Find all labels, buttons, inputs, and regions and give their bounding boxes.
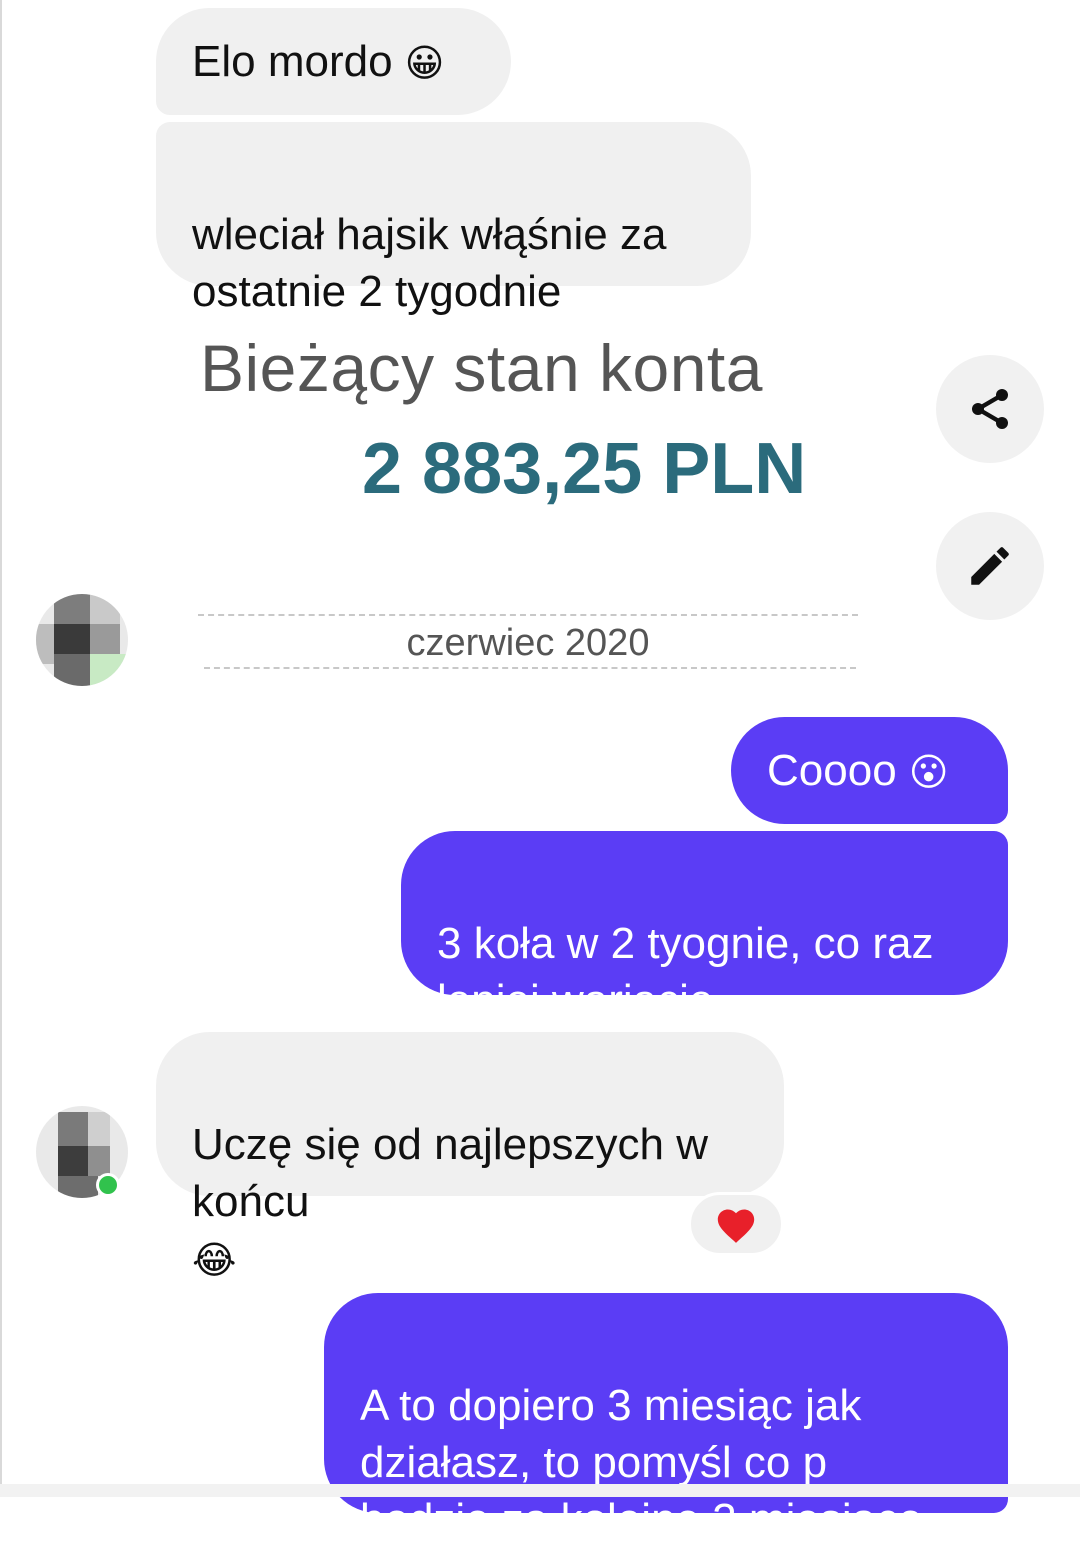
- outgoing-message[interactable]: A to dopiero 3 miesiąc jak działasz, to …: [324, 1293, 1008, 1544]
- divider-line: [204, 667, 856, 669]
- share-icon: [972, 389, 1008, 429]
- tears-of-joy-emoji: 😂: [192, 1238, 237, 1282]
- heart-icon: [717, 1209, 755, 1243]
- incoming-message[interactable]: Uczę się od najlepszych w końcu 😂: [156, 1032, 784, 1282]
- avatar-pixel: [58, 1112, 88, 1146]
- avatar-pixel: [54, 654, 90, 686]
- avatar-pixel: [58, 1146, 88, 1176]
- outgoing-message[interactable]: 3 koła w 2 tyognie, co raz lepiej wariac…: [401, 831, 1008, 1081]
- edit-pencil-icon: [971, 547, 1009, 585]
- avatar-pixel: [54, 624, 90, 654]
- balance-title: Bieżący stan konta: [200, 331, 763, 405]
- grinning-face-emoji: 😀: [404, 41, 445, 85]
- contact-avatar[interactable]: [36, 594, 128, 686]
- online-status-dot: [96, 1173, 120, 1197]
- outgoing-message[interactable]: Coooo 😮: [731, 717, 1008, 824]
- message-text: A to dopiero 3 miesiąc jak działasz, to …: [360, 1381, 923, 1544]
- edit-button[interactable]: [936, 512, 1044, 620]
- surprised-face-emoji: 😮: [908, 750, 949, 794]
- incoming-message[interactable]: Elo mordo 😀: [156, 8, 511, 115]
- month-label: czerwiec 2020: [406, 622, 650, 664]
- avatar-pixel: [88, 1146, 110, 1176]
- avatar-pixel: [36, 624, 54, 664]
- message-reaction[interactable]: [688, 1192, 784, 1256]
- avatar-pixel: [90, 594, 120, 624]
- bottom-bar: [0, 1484, 1080, 1497]
- avatar-pixel: [90, 654, 128, 686]
- message-text: Elo mordo: [192, 37, 393, 86]
- avatar-pixel: [58, 1176, 98, 1198]
- avatar-pixel: [88, 1112, 110, 1146]
- message-text: Uczę się od najlepszych w końcu: [192, 1120, 709, 1226]
- message-text: wleciał hajsik włąśnie za ostatnie 2 tyg…: [192, 210, 667, 316]
- incoming-message[interactable]: wleciał hajsik włąśnie za ostatnie 2 tyg…: [156, 122, 751, 316]
- share-button[interactable]: [936, 355, 1044, 463]
- divider-line: [198, 614, 858, 616]
- message-text: 3 koła w 2 tyognie, co raz lepiej wariac…: [437, 919, 934, 1025]
- avatar-pixel: [54, 594, 90, 624]
- message-text: Coooo: [767, 746, 897, 795]
- balance-amount: 2 883,25 PLN: [362, 429, 807, 509]
- avatar-pixel: [90, 624, 120, 654]
- screen-edge: [0, 0, 2, 1497]
